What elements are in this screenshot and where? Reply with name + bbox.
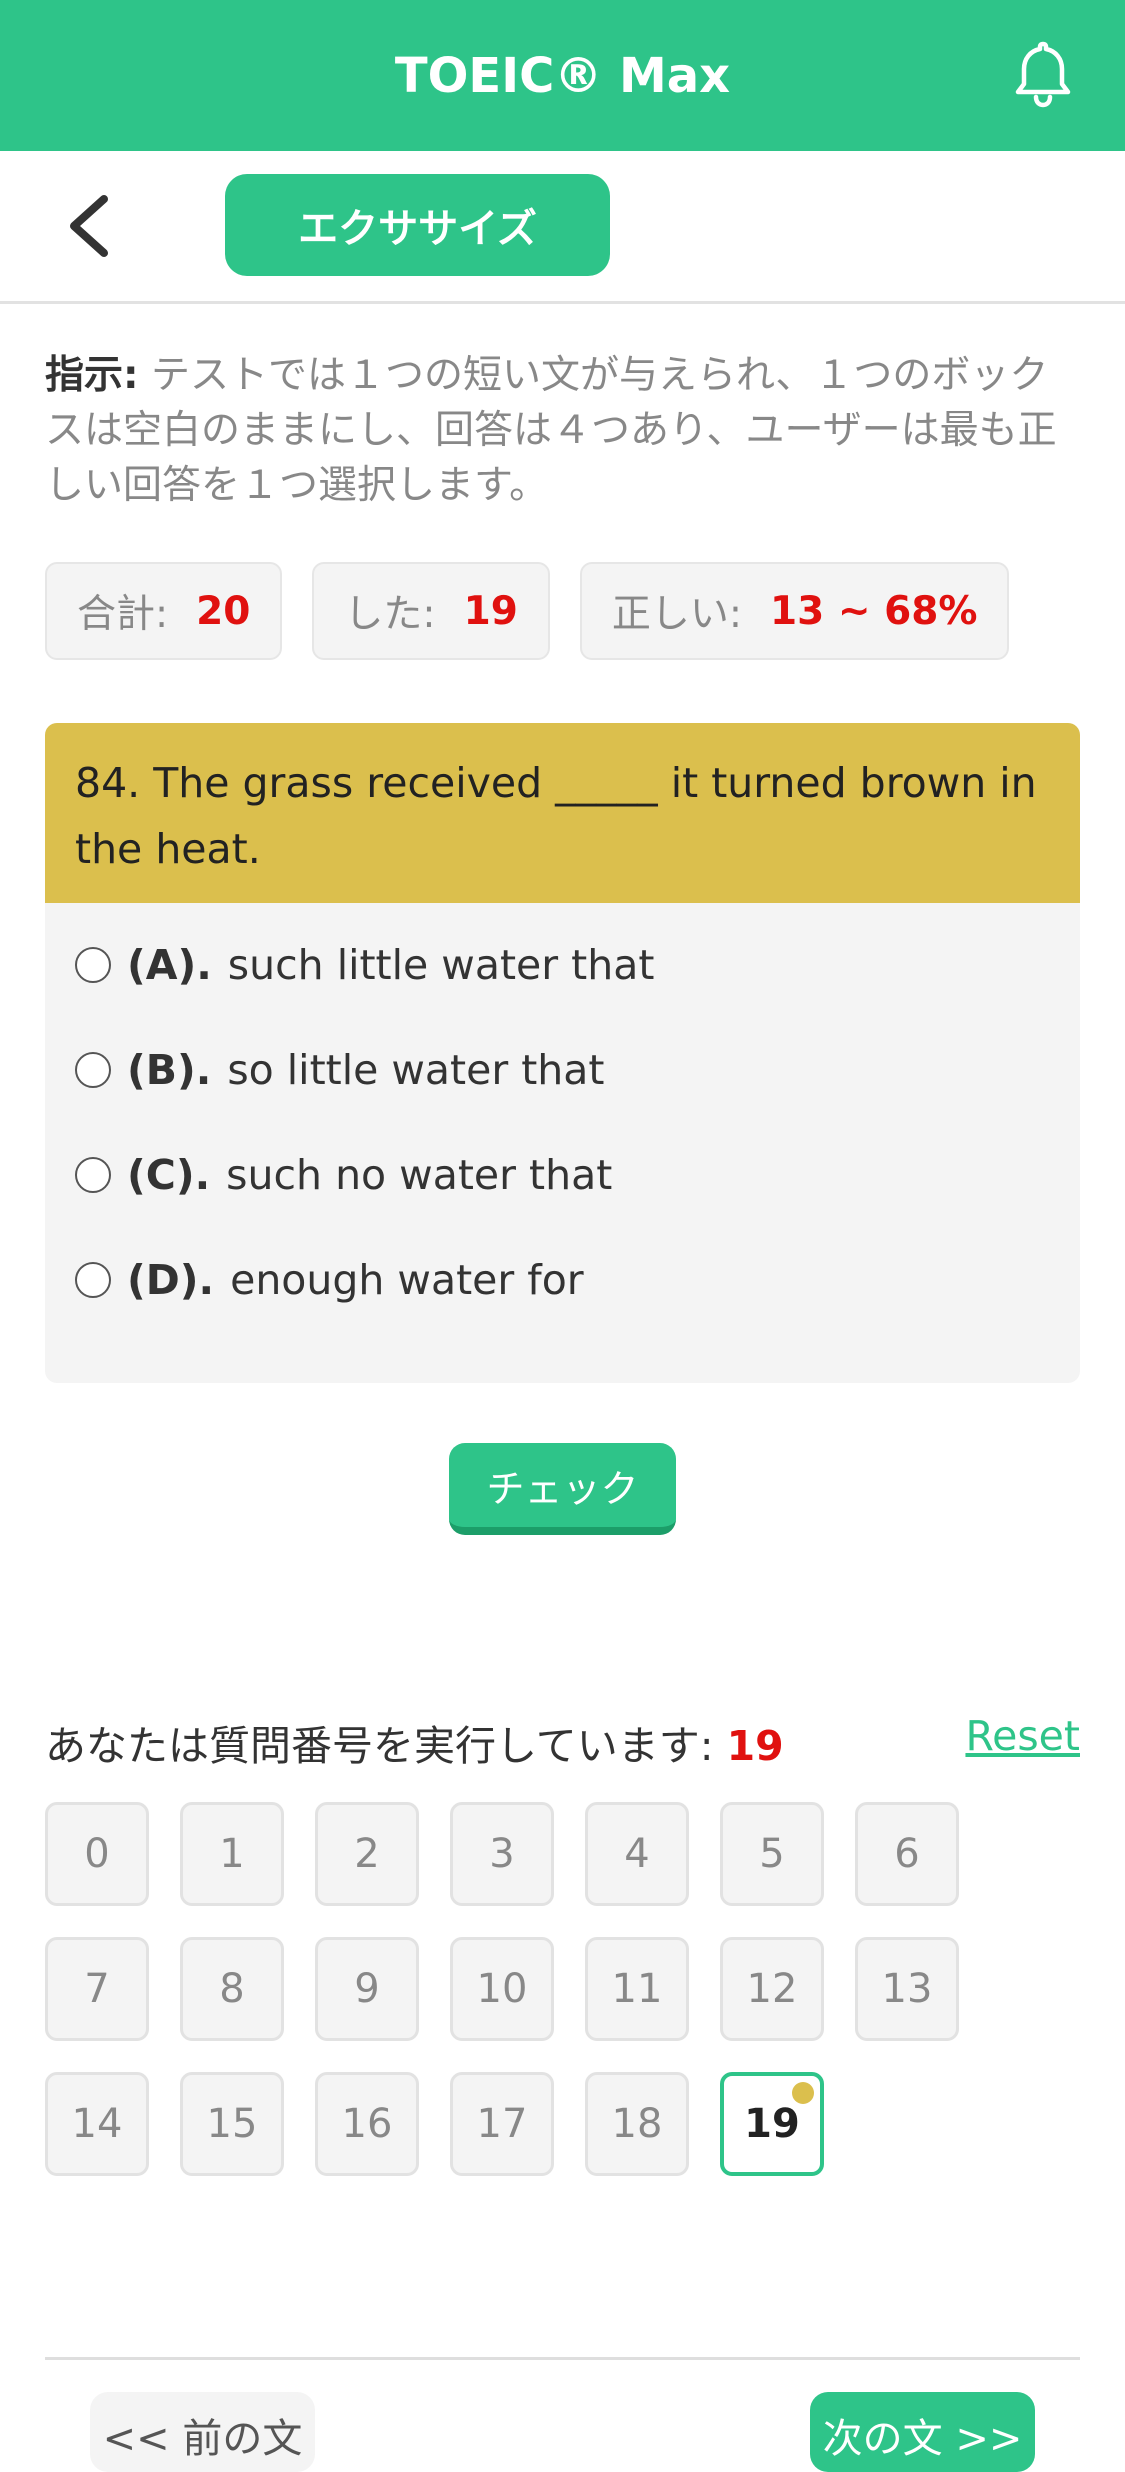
question-number-cell[interactable]: 17 xyxy=(450,2072,554,2176)
current-indicator-dot xyxy=(792,2082,814,2104)
stat-correct: 正しい: 13 ~ 68% xyxy=(579,562,1010,660)
question-number-cell[interactable]: 2 xyxy=(315,1802,419,1906)
question-number-cell[interactable]: 18 xyxy=(585,2072,689,2176)
progress-current: 19 xyxy=(726,1722,784,1770)
option-text: such no water that xyxy=(226,1151,613,1199)
bell-icon[interactable] xyxy=(1011,38,1075,112)
question-card: 84. The grass received _____ it turned b… xyxy=(45,723,1080,1383)
chevron-left-icon[interactable] xyxy=(60,193,120,259)
option-letter: (A). xyxy=(127,941,212,989)
option-d[interactable]: (D). enough water for xyxy=(75,1256,584,1304)
stat-done-value: 19 xyxy=(463,588,518,634)
question-number-cell[interactable]: 14 xyxy=(45,2072,149,2176)
option-text: so little water that xyxy=(227,1046,605,1094)
question-number-cell[interactable]: 16 xyxy=(315,2072,419,2176)
question-number-cell[interactable]: 4 xyxy=(585,1802,689,1906)
divider xyxy=(45,2357,1080,2360)
radio-button[interactable] xyxy=(75,1157,111,1193)
reset-link[interactable]: Reset xyxy=(965,1712,1080,1760)
option-b[interactable]: (B). so little water that xyxy=(75,1046,604,1094)
question-number-cell[interactable]: 12 xyxy=(720,1937,824,2041)
instructions-text: テストでは１つの短い文が与えられ、１つのボックスは空白のままにし、回答は４つあり… xyxy=(45,353,1057,508)
question-number-label: 19 xyxy=(744,2101,800,2147)
question-number-cell[interactable]: 8 xyxy=(180,1937,284,2041)
stat-correct-label: 正しい: xyxy=(611,592,742,637)
stat-done-label: した: xyxy=(344,592,436,637)
progress-label: あなたは質問番号を実行しています: xyxy=(45,1722,714,1770)
question-number-cell[interactable]: 7 xyxy=(45,1937,149,2041)
question-number-cell[interactable]: 1 xyxy=(180,1802,284,1906)
sub-nav-bar: エクササイズ xyxy=(0,151,1125,304)
question-number-cell[interactable]: 13 xyxy=(855,1937,959,2041)
radio-button[interactable] xyxy=(75,947,111,983)
stat-total-value: 20 xyxy=(196,588,251,634)
stats-row: 合計: 20 した: 19 正しい: 13 ~ 68% xyxy=(45,562,1010,660)
option-letter: (C). xyxy=(127,1151,211,1199)
stat-correct-value: 13 ~ 68% xyxy=(769,588,978,634)
question-text: 84. The grass received _____ it turned b… xyxy=(45,723,1080,903)
question-number-cell[interactable]: 10 xyxy=(450,1937,554,2041)
option-letter: (D). xyxy=(127,1256,215,1304)
instructions: 指示: テストでは１つの短い文が与えられ、１つのボックスは空白のままにし、回答は… xyxy=(45,348,1075,513)
question-number-cell[interactable]: 3 xyxy=(450,1802,554,1906)
option-letter: (B). xyxy=(127,1046,212,1094)
question-number-cell[interactable]: 15 xyxy=(180,2072,284,2176)
question-number-cell[interactable]: 0 xyxy=(45,1802,149,1906)
app-title: TOEIC® Max xyxy=(394,47,731,104)
instructions-label: 指示: xyxy=(45,353,139,398)
app-bar: TOEIC® Max xyxy=(0,0,1125,151)
question-number-cell[interactable]: 11 xyxy=(585,1937,689,2041)
option-a[interactable]: (A). such little water that xyxy=(75,941,654,989)
option-text: such little water that xyxy=(227,941,655,989)
question-number-cell[interactable]: 9 xyxy=(315,1937,419,2041)
radio-button[interactable] xyxy=(75,1262,111,1298)
question-number-cell[interactable]: 6 xyxy=(855,1802,959,1906)
previous-button[interactable]: << 前の文 xyxy=(90,2392,315,2472)
progress-text: あなたは質問番号を実行しています: 19 xyxy=(45,1712,784,1772)
question-number-cell[interactable]: 19 xyxy=(720,2072,824,2176)
stat-total: 合計: 20 xyxy=(45,562,283,660)
option-text: enough water for xyxy=(230,1256,584,1304)
check-button[interactable]: チェック xyxy=(449,1443,676,1535)
option-c[interactable]: (C). such no water that xyxy=(75,1151,612,1199)
exercise-tab-button[interactable]: エクササイズ xyxy=(225,174,610,276)
stat-done: した: 19 xyxy=(312,562,550,660)
question-number-cell[interactable]: 5 xyxy=(720,1802,824,1906)
radio-button[interactable] xyxy=(75,1052,111,1088)
next-button[interactable]: 次の文 >> xyxy=(810,2392,1035,2472)
stat-total-label: 合計: xyxy=(77,592,169,637)
